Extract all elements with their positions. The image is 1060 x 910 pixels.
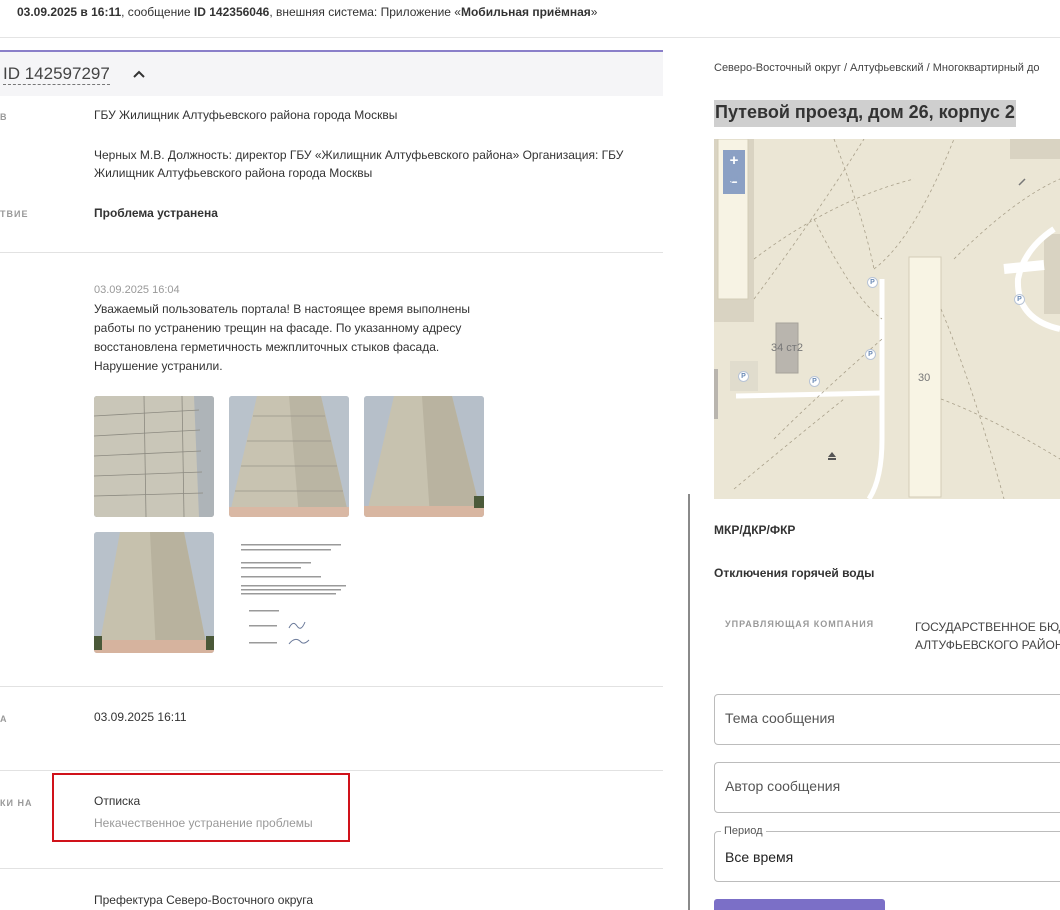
- message-header-text: 03.09.2025 в 16:11, сообщение ID 1423560…: [17, 5, 598, 19]
- section-mkr[interactable]: МКР/ДКР/ФКР: [714, 523, 795, 537]
- address-title: Путевой проезд, дом 26, корпус 2: [714, 100, 1016, 127]
- parking-icon: P: [738, 371, 749, 382]
- management-company-value: ГОСУДАРСТВЕННОЕ БЮД АЛТУФЬЕВСКОГО РАЙОН: [915, 618, 1060, 654]
- complaint-type: Отписка: [94, 794, 141, 808]
- management-company-line: АЛТУФЬЕВСКОГО РАЙОН: [915, 638, 1060, 652]
- facade-photo-4[interactable]: [94, 532, 214, 653]
- facade-photo-3[interactable]: [364, 396, 484, 517]
- panel-scrollbar[interactable]: [688, 494, 690, 910]
- result-value: Проблема устранена: [94, 206, 218, 220]
- parking-icon: P: [1014, 294, 1025, 305]
- reply-text: Уважаемый пользователь портала! В настоя…: [94, 302, 471, 373]
- complaint-label: КИ НА: [0, 798, 33, 808]
- breadcrumb: Северо-Восточный округ / Алтуфьевский / …: [714, 62, 1040, 74]
- compass-icon: [1018, 178, 1026, 186]
- parking-icon: P: [867, 277, 878, 288]
- parking-icon: P: [865, 349, 876, 360]
- executor-label: В: [0, 112, 8, 122]
- parking-icon: P: [809, 376, 820, 387]
- message-details-panel: ID 142597297 В ГБУ Жилищник Алтуфьевског…: [0, 38, 692, 910]
- divider: [0, 868, 663, 869]
- executor-value: ГБУ Жилищник Алтуфьевского района города…: [94, 108, 398, 122]
- management-company-line: ГОСУДАРСТВЕННОЕ БЮД: [915, 620, 1060, 634]
- date-value: 03.09.2025 16:11: [94, 710, 187, 724]
- author-input[interactable]: [725, 778, 1055, 794]
- divider: [0, 252, 663, 253]
- entrance-icon: [828, 452, 836, 460]
- facade-photo-1[interactable]: [94, 396, 214, 517]
- author-field[interactable]: [714, 762, 1060, 813]
- map-view[interactable]: + − 34 34 ст2 30 P P P P P: [714, 139, 1060, 499]
- building-number: 30: [918, 372, 931, 384]
- topic-input[interactable]: [725, 710, 1055, 726]
- prefecture-value: Префектура Северо-Восточного округа: [94, 893, 314, 907]
- message-header: 03.09.2025 в 16:11, сообщение ID 1423560…: [0, 0, 1060, 38]
- management-company-label: УПРАВЛЯЮЩАЯ КОМПАНИЯ: [725, 619, 875, 629]
- period-legend: Период: [721, 825, 766, 837]
- topic-field[interactable]: [714, 694, 1060, 745]
- section-hot-water[interactable]: Отключения горячей воды: [714, 566, 874, 580]
- document-attachment[interactable]: [229, 532, 349, 653]
- result-label: ТВИЕ: [0, 209, 29, 219]
- divider: [0, 770, 663, 771]
- building-number: 34 ст2: [771, 342, 803, 354]
- facade-photo-2[interactable]: [229, 396, 349, 517]
- map-canvas: [714, 139, 1060, 499]
- zoom-in-button[interactable]: +: [723, 150, 745, 172]
- reply-date: 03.09.2025 16:04: [94, 284, 180, 296]
- responsible-value: Черных М.В. Должность: директор ГБУ «Жил…: [94, 148, 624, 180]
- complaint-reason: Некачественное устранение проблемы: [94, 816, 313, 830]
- submit-button[interactable]: [714, 899, 885, 910]
- date-label: А: [0, 714, 8, 724]
- building-number: 34: [727, 174, 740, 186]
- record-id-link[interactable]: ID 142597297: [3, 64, 110, 85]
- period-value: Все время: [725, 849, 794, 865]
- record-header[interactable]: ID 142597297: [0, 50, 663, 96]
- divider: [0, 686, 663, 687]
- chevron-up-icon[interactable]: [131, 64, 147, 84]
- address-panel: Северо-Восточный округ / Алтуфьевский / …: [693, 38, 1060, 910]
- period-select[interactable]: Период Все время: [714, 825, 1060, 882]
